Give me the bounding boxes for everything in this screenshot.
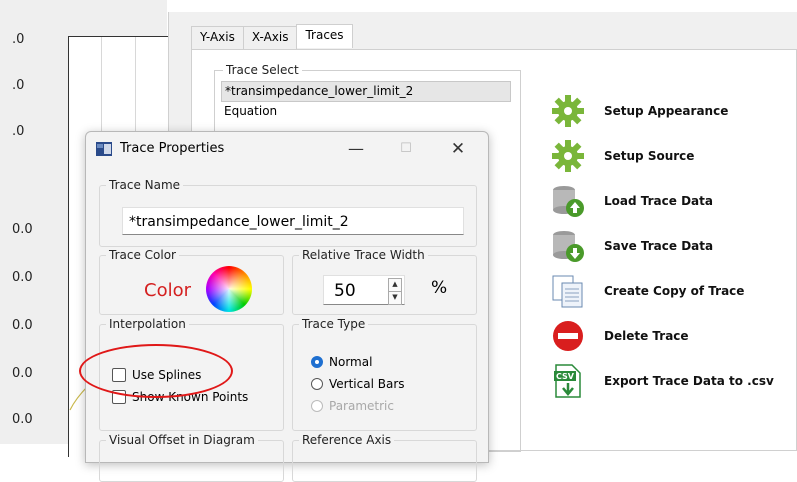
trace-list-item[interactable]: Equation: [221, 102, 511, 121]
delete-trace-label: Delete Trace: [604, 328, 689, 343]
interpolation-legend: Interpolation: [106, 317, 189, 331]
load-trace-data-label: Load Trace Data: [604, 193, 713, 208]
radio-disabled: [311, 400, 323, 412]
setup-appearance-button[interactable]: Setup Appearance: [550, 88, 797, 133]
radio-selected: [311, 356, 323, 368]
trace-name-legend: Trace Name: [106, 178, 184, 192]
radio-label: Parametric: [329, 399, 394, 413]
y-tick-label: .0: [12, 32, 25, 47]
tab-x-axis[interactable]: X-Axis: [242, 26, 298, 50]
y-tick-label: 0.0: [12, 412, 33, 427]
setup-source-button[interactable]: Setup Source: [550, 133, 797, 178]
trace-type-legend: Trace Type: [299, 317, 369, 331]
width-unit: %: [431, 278, 448, 298]
trace-list[interactable]: *transimpedance_lower_limit_2 Equation: [221, 81, 511, 121]
radio-label: Vertical Bars: [329, 377, 405, 391]
database-load-icon: [550, 183, 586, 219]
export-csv-button[interactable]: CSV Export Trace Data to .csv: [550, 358, 797, 403]
color-label: Color: [144, 280, 191, 301]
save-trace-data-label: Save Trace Data: [604, 238, 714, 253]
y-tick-label: 0.0: [12, 318, 33, 333]
reference-axis-group: Reference Axis: [292, 433, 477, 482]
export-csv-label: Export Trace Data to .csv: [604, 373, 774, 388]
y-tick-label: .0: [12, 124, 25, 139]
trace-color-legend: Trace Color: [106, 248, 179, 262]
trace-type-group: Trace Type Normal Vertical Bars Parametr…: [292, 317, 477, 431]
create-copy-label: Create Copy of Trace: [604, 283, 745, 298]
trace-actions: Setup Appearance Setup Source Load Trace…: [550, 88, 797, 403]
reference-axis-legend: Reference Axis: [299, 433, 395, 447]
y-tick-label: 0.0: [12, 222, 33, 237]
trace-list-item[interactable]: *transimpedance_lower_limit_2: [221, 81, 511, 102]
svg-text:CSV: CSV: [556, 372, 575, 381]
minimize-button[interactable]: —: [340, 138, 372, 160]
y-tick-label: 0.0: [12, 366, 33, 381]
maximize-button[interactable]: ☐: [390, 138, 422, 160]
y-tick-label: 0.0: [12, 270, 33, 285]
csv-export-icon: CSV: [550, 363, 586, 399]
tab-traces[interactable]: Traces: [296, 24, 353, 48]
database-save-icon: [550, 228, 586, 264]
highlight-annotation: [79, 344, 233, 398]
trace-name-input[interactable]: *transimpedance_lower_limit_2: [122, 207, 464, 235]
tab-bar: Y-Axis X-Axis Traces: [191, 24, 353, 50]
visual-offset-legend: Visual Offset in Diagram: [106, 433, 258, 447]
copy-documents-icon: [550, 273, 586, 309]
dialog-title: Trace Properties: [120, 141, 225, 156]
dialog-app-icon: [96, 142, 112, 159]
trace-select-legend: Trace Select: [223, 63, 302, 77]
trace-type-vertical-bars-radio[interactable]: Vertical Bars: [311, 377, 405, 391]
trace-name-group: Trace Name *transimpedance_lower_limit_2: [99, 178, 477, 247]
create-copy-button[interactable]: Create Copy of Trace: [550, 268, 797, 313]
spin-down-icon[interactable]: ▼: [388, 291, 402, 305]
close-button[interactable]: ✕: [442, 138, 474, 160]
gear-icon: [550, 138, 586, 174]
delete-icon: [550, 318, 586, 354]
radio-label: Normal: [329, 355, 373, 369]
setup-appearance-label: Setup Appearance: [604, 103, 729, 118]
tab-y-axis[interactable]: Y-Axis: [191, 26, 244, 50]
save-trace-data-button[interactable]: Save Trace Data: [550, 223, 797, 268]
delete-trace-button[interactable]: Delete Trace: [550, 313, 797, 358]
y-tick-label: .0: [12, 78, 25, 93]
load-trace-data-button[interactable]: Load Trace Data: [550, 178, 797, 223]
visual-offset-group: Visual Offset in Diagram: [99, 433, 284, 482]
gear-icon: [550, 93, 586, 129]
setup-source-label: Setup Source: [604, 148, 695, 163]
trace-color-group: Trace Color Color: [99, 248, 284, 315]
trace-width-value: 50: [334, 281, 356, 301]
trace-type-normal-radio[interactable]: Normal: [311, 355, 372, 369]
spin-up-icon[interactable]: ▲: [388, 278, 402, 292]
trace-properties-dialog: Trace Properties — ☐ ✕ Trace Name *trans…: [85, 131, 489, 482]
color-wheel-button[interactable]: [206, 266, 252, 312]
relative-width-legend: Relative Trace Width: [299, 248, 428, 262]
trace-type-parametric-radio: Parametric: [311, 399, 394, 413]
relative-width-group: Relative Trace Width 50 ▲ ▼ %: [292, 248, 477, 315]
radio-unselected: [311, 378, 323, 390]
trace-width-spinbox[interactable]: 50 ▲ ▼: [323, 275, 405, 305]
dialog-titlebar[interactable]: Trace Properties — ☐ ✕: [86, 132, 488, 166]
